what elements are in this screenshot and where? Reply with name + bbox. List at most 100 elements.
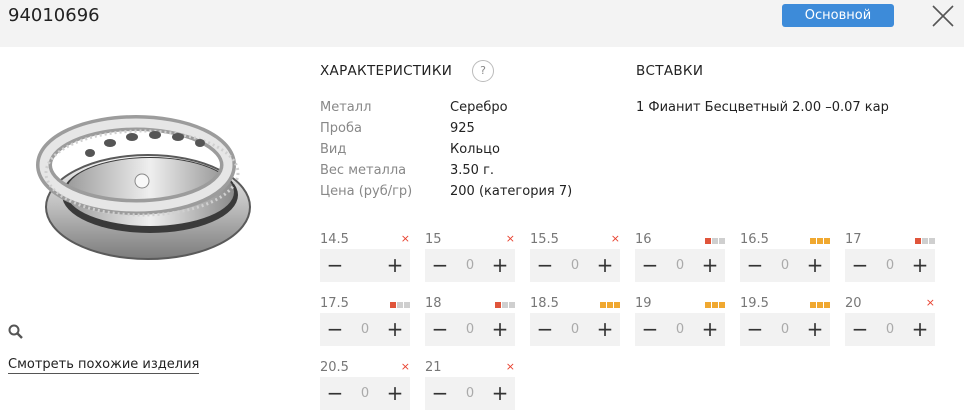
decrement-button[interactable]: − <box>530 313 560 346</box>
quantity-value[interactable]: 0 <box>875 258 905 273</box>
decrement-button[interactable]: − <box>320 377 350 410</box>
availability-bar <box>712 238 718 244</box>
quantity-stepper: −0 + <box>320 313 410 346</box>
unavailable-icon: × <box>925 296 935 309</box>
increment-button[interactable]: + <box>485 313 515 346</box>
size-label: 17.5 <box>320 296 349 311</box>
close-icon[interactable] <box>931 4 955 28</box>
quantity-value[interactable]: 0 <box>665 322 695 337</box>
quantity-value[interactable]: 0 <box>455 386 485 401</box>
size-card: 19 −0 + <box>635 296 725 346</box>
size-card: 19.5 −0 + <box>740 296 830 346</box>
availability-bar <box>824 302 830 308</box>
increment-button[interactable]: + <box>905 249 935 282</box>
char-row-price: Цена (руб/гр) 200 (категория 7) <box>320 184 572 205</box>
increment-button[interactable]: + <box>800 249 830 282</box>
decrement-button[interactable]: − <box>740 249 770 282</box>
size-card: 20 × −0 + <box>845 296 935 346</box>
availability-bar <box>712 302 718 308</box>
quantity-value[interactable]: 0 <box>665 258 695 273</box>
increment-button[interactable]: + <box>590 313 620 346</box>
increment-button[interactable]: + <box>695 313 725 346</box>
increment-button[interactable]: + <box>800 313 830 346</box>
inserts-title: ВСТАВКИ <box>636 63 704 79</box>
quantity-value[interactable]: 0 <box>350 386 380 401</box>
quantity-value[interactable]: 0 <box>455 322 485 337</box>
increment-button[interactable]: + <box>590 249 620 282</box>
unavailable-icon: × <box>505 360 515 373</box>
size-label: 18 <box>425 296 442 311</box>
decrement-button[interactable]: − <box>635 313 665 346</box>
size-card: 14.5 × − + <box>320 232 410 282</box>
decrement-button[interactable]: − <box>425 377 455 410</box>
decrement-button[interactable]: − <box>635 249 665 282</box>
quantity-stepper: −0 + <box>635 313 725 346</box>
availability-indicator <box>810 302 830 308</box>
increment-button[interactable]: + <box>380 377 410 410</box>
char-value: 925 <box>450 121 475 136</box>
quantity-stepper: −0 + <box>845 249 935 282</box>
size-card: 17 −0 + <box>845 232 935 282</box>
size-label: 15 <box>425 232 442 247</box>
char-row-type: Вид Кольцо <box>320 142 572 163</box>
quantity-value[interactable]: 0 <box>770 258 800 273</box>
decrement-button[interactable]: − <box>320 249 350 282</box>
char-row-metal: Металл Серебро <box>320 100 572 121</box>
decrement-button[interactable]: − <box>425 313 455 346</box>
article-number: 94010696 <box>8 5 100 26</box>
quantity-value[interactable]: 0 <box>350 322 380 337</box>
size-card: 15 × −0 + <box>425 232 515 282</box>
availability-bar <box>719 238 725 244</box>
availability-bar <box>922 238 928 244</box>
size-label: 19.5 <box>740 296 769 311</box>
availability-bar <box>502 302 508 308</box>
unavailable-icon: × <box>505 232 515 245</box>
characteristics-title: ХАРАКТЕРИСТИКИ <box>320 63 453 79</box>
quantity-value[interactable]: 0 <box>875 322 905 337</box>
decrement-button[interactable]: − <box>530 249 560 282</box>
main-button[interactable]: Основной <box>782 4 894 27</box>
decrement-button[interactable]: − <box>320 313 350 346</box>
size-label: 21 <box>425 360 442 375</box>
quantity-stepper: −0 + <box>425 249 515 282</box>
unavailable-icon: × <box>610 232 620 245</box>
char-value: Кольцо <box>450 142 500 157</box>
char-value: 3.50 г. <box>450 163 495 178</box>
size-card: 21 × −0 + <box>425 360 515 410</box>
quantity-value[interactable]: 0 <box>770 322 800 337</box>
help-icon[interactable]: ? <box>472 60 494 82</box>
similar-items-link[interactable]: Смотреть похожие изделия <box>8 357 200 374</box>
availability-indicator <box>705 302 725 308</box>
availability-bar <box>915 238 921 244</box>
insert-item: 1 Фианит Бесцветный 2.00 –0.07 кар <box>636 100 889 115</box>
decrement-button[interactable]: − <box>845 249 875 282</box>
availability-bar <box>929 238 935 244</box>
availability-bar <box>614 302 620 308</box>
quantity-stepper: −0 + <box>320 377 410 410</box>
increment-button[interactable]: + <box>485 249 515 282</box>
quantity-stepper: −0 + <box>740 249 830 282</box>
size-label: 20.5 <box>320 360 349 375</box>
zoom-icon[interactable] <box>8 324 24 340</box>
availability-bar <box>600 302 606 308</box>
increment-button[interactable]: + <box>380 313 410 346</box>
quantity-value[interactable]: 0 <box>560 258 590 273</box>
characteristics-list: Металл Серебро Проба 925 Вид Кольцо Вес … <box>320 100 572 205</box>
quantity-stepper: −0 + <box>425 313 515 346</box>
availability-indicator <box>705 238 725 244</box>
increment-button[interactable]: + <box>380 249 410 282</box>
char-value: Серебро <box>450 100 508 115</box>
availability-bar <box>397 302 403 308</box>
quantity-value[interactable]: 0 <box>455 258 485 273</box>
quantity-value[interactable]: 0 <box>560 322 590 337</box>
decrement-button[interactable]: − <box>845 313 875 346</box>
increment-button[interactable]: + <box>905 313 935 346</box>
size-card: 16 −0 + <box>635 232 725 282</box>
char-row-weight: Вес металла 3.50 г. <box>320 163 572 184</box>
increment-button[interactable]: + <box>485 377 515 410</box>
char-value: 200 (категория 7) <box>450 184 573 199</box>
increment-button[interactable]: + <box>695 249 725 282</box>
decrement-button[interactable]: − <box>425 249 455 282</box>
decrement-button[interactable]: − <box>740 313 770 346</box>
size-card: 17.5 −0 + <box>320 296 410 346</box>
